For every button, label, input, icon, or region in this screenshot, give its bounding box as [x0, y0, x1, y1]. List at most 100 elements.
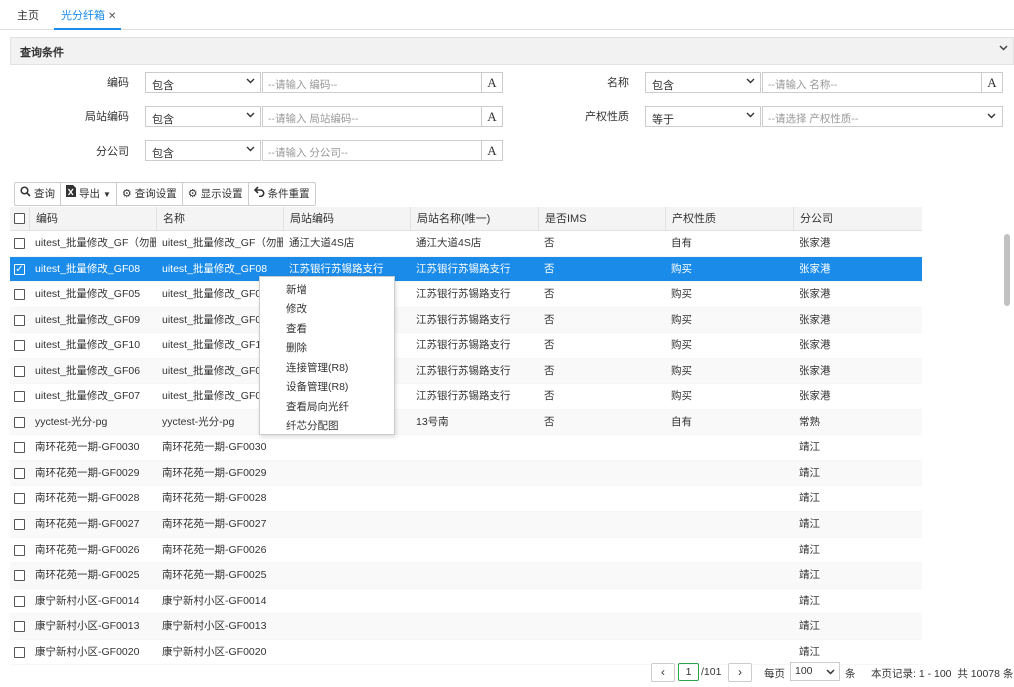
menu-item-connection-mgmt[interactable]: 连接管理(R8) — [286, 360, 348, 375]
query-settings-button[interactable]: ⚙ 查询设置 — [117, 183, 183, 205]
cell-branch: 张家港 — [799, 237, 831, 249]
cell-name: 南环花苑一期-GF0025 — [162, 569, 267, 582]
column-header-station-code[interactable]: 局站编码 — [283, 207, 410, 231]
cell-branch: 张家港 — [799, 288, 831, 301]
table-row[interactable]: ✓ uitest_批量修改_GF08 uitest_批量修改_GF08 江苏银行苏锡路… — [10, 256, 922, 283]
cell-name: uitest_批量修改_GF（勿删 — [162, 237, 283, 249]
cell-branch: 常熟 — [799, 415, 820, 428]
station-code-input[interactable]: --请输入 局站编码-- A — [262, 106, 503, 127]
column-header-station-name[interactable]: 局站名称(唯一) — [410, 207, 538, 231]
row-checkbox[interactable] — [14, 340, 25, 352]
property-type-operator-select[interactable]: 等于 — [645, 106, 761, 127]
table-row[interactable]: 南环花苑一期-GF0027 南环花苑一期-GF0027 靖江 — [10, 512, 922, 538]
tab-fiber-box-label: 光分纤箱 — [61, 10, 105, 22]
table-row[interactable]: 康宁新村小区-GF0014 康宁新村小区-GF0014 靖江 — [10, 589, 922, 615]
display-settings-button[interactable]: ⚙ 显示设置 — [183, 183, 249, 205]
table-row[interactable]: yyctest-光分-pg yyctest-光分-pg 13号南否自有 常熟 — [10, 409, 922, 436]
page-number-input[interactable]: 1 — [678, 663, 699, 681]
page-size-select[interactable]: 100 — [790, 662, 840, 681]
row-checkbox[interactable] — [14, 365, 25, 377]
row-checkbox[interactable] — [14, 646, 25, 658]
prev-page-button[interactable]: ‹ — [651, 663, 675, 682]
row-checkbox[interactable] — [14, 493, 25, 505]
query-panel-header[interactable]: 查询条件 — [10, 37, 1014, 65]
table-row[interactable]: uitest_批量修改_GF09 uitest_批量修改_GF09 江苏银行苏锡路支… — [10, 307, 922, 334]
row-checkbox[interactable] — [14, 289, 25, 301]
table-row[interactable]: uitest_批量修改_GF05 uitest_批量修改_GF05 江苏银行苏锡路支… — [10, 282, 922, 308]
cell-branch: 张家港 — [799, 339, 831, 352]
table-row[interactable]: uitest_批量修改_GF10 uitest_批量修改_GF10 江苏银行苏锡路支… — [10, 333, 922, 359]
tab-fiber-box[interactable]: 光分纤箱 ✕ — [54, 0, 121, 30]
code-operator-select[interactable]: 包含 — [145, 72, 261, 93]
cell-code: uitest_批量修改_GF06 — [35, 364, 141, 377]
reset-button-label: 条件重置 — [267, 188, 310, 200]
station-code-case-toggle[interactable]: A — [481, 107, 502, 126]
menu-item-view-fiber[interactable]: 查看局向光纤 — [286, 399, 349, 414]
row-checkbox[interactable] — [14, 621, 25, 633]
name-input-placeholder: --请输入 名称-- — [768, 79, 838, 91]
column-header-name[interactable]: 名称 — [156, 207, 283, 231]
query-button[interactable]: 查询 — [15, 183, 61, 205]
menu-item-edit[interactable]: 修改 — [286, 301, 307, 316]
table-row[interactable]: 康宁新村小区-GF0013 康宁新村小区-GF0013 靖江 — [10, 614, 922, 640]
row-checkbox[interactable] — [14, 391, 25, 403]
export-button[interactable]: 导出 ▼ — [61, 183, 117, 205]
query-settings-label: 查询设置 — [134, 188, 177, 200]
menu-item-core-allocation[interactable]: 纤芯分配图 — [286, 418, 339, 433]
reset-button[interactable]: 条件重置 — [249, 183, 315, 205]
code-case-toggle[interactable]: A — [481, 73, 502, 92]
table-row[interactable]: uitest_批量修改_GF（勿删 uitest_批量修改_GF（勿删 通江大道4S… — [10, 231, 922, 257]
table-row[interactable]: 南环花苑一期-GF0030 南环花苑一期-GF0030 靖江 — [10, 435, 922, 461]
tab-home[interactable]: 主页 — [17, 0, 39, 30]
menu-item-delete[interactable]: 删除 — [286, 340, 307, 355]
name-input[interactable]: --请输入 名称-- A — [762, 72, 1003, 93]
field-label-station-code: 局站编码 — [85, 111, 129, 123]
property-type-select[interactable]: --请选择 产权性质-- — [762, 106, 1003, 127]
chevron-down-icon[interactable] — [998, 42, 1009, 56]
row-checkbox[interactable] — [14, 570, 25, 582]
row-checkbox[interactable] — [14, 442, 25, 454]
branch-operator-select[interactable]: 包含 — [145, 140, 261, 161]
cell-name: 康宁新村小区-GF0020 — [162, 645, 267, 658]
table-row[interactable]: 南环花苑一期-GF0025 南环花苑一期-GF0025 靖江 — [10, 563, 922, 589]
branch-case-toggle[interactable]: A — [481, 141, 502, 160]
cell-code: 南环花苑一期-GF0027 — [35, 518, 140, 531]
table-row[interactable]: 南环花苑一期-GF0026 南环花苑一期-GF0026 靖江 — [10, 538, 922, 564]
close-icon[interactable]: ✕ — [108, 11, 116, 22]
row-checkbox[interactable] — [14, 238, 25, 249]
menu-item-add[interactable]: 新增 — [286, 282, 307, 297]
cell-name: 康宁新村小区-GF0014 — [162, 594, 267, 607]
menu-item-device-mgmt[interactable]: 设备管理(R8) — [286, 379, 348, 394]
branch-input[interactable]: --请输入 分公司-- A — [262, 140, 503, 161]
table-row[interactable]: 南环花苑一期-GF0029 南环花苑一期-GF0029 靖江 — [10, 460, 922, 487]
per-page-unit: 条 — [845, 668, 856, 680]
row-checkbox[interactable] — [14, 467, 25, 479]
grid-header: 编码 名称 局站编码 局站名称(唯一) 是否IMS 产权性质 分公司 — [10, 207, 922, 231]
row-checkbox[interactable] — [14, 519, 25, 531]
cell-station-name: 通江大道4S店 — [416, 237, 482, 249]
table-row[interactable]: uitest_批量修改_GF07 uitest_批量修改_GF07 江苏银行苏锡路支… — [10, 384, 922, 410]
row-checkbox[interactable] — [14, 416, 25, 428]
cell-station-name: 江苏银行苏锡路支行 — [416, 364, 511, 377]
next-page-button[interactable]: › — [728, 663, 752, 682]
table-row[interactable]: 南环花苑一期-GF0028 南环花苑一期-GF0028 靖江 — [10, 486, 922, 513]
column-header-property-type[interactable]: 产权性质 — [665, 207, 793, 231]
vertical-scrollbar[interactable] — [1004, 234, 1010, 306]
row-checkbox[interactable]: ✓ — [14, 263, 25, 275]
menu-item-view[interactable]: 查看 — [286, 321, 307, 336]
station-code-operator-select[interactable]: 包含 — [145, 106, 261, 127]
row-checkbox[interactable] — [14, 544, 25, 556]
column-header-code[interactable]: 编码 — [29, 207, 156, 231]
name-case-toggle[interactable]: A — [981, 73, 1002, 92]
name-operator-select[interactable]: 包含 — [645, 72, 761, 93]
column-header-ims[interactable]: 是否IMS — [538, 207, 665, 231]
table-row[interactable]: 康宁新村小区-GF0020 康宁新村小区-GF0020 靖江 — [10, 640, 922, 666]
row-checkbox[interactable] — [14, 314, 25, 326]
cell-station-name: 江苏银行苏锡路支行 — [416, 390, 511, 403]
row-checkbox[interactable] — [14, 595, 25, 607]
cell-code: 南环花苑一期-GF0026 — [35, 543, 140, 556]
column-header-branch[interactable]: 分公司 — [793, 207, 922, 231]
select-all-checkbox[interactable] — [14, 213, 25, 224]
table-row[interactable]: uitest_批量修改_GF06 uitest_批量修改_GF06 江苏银行苏锡路支… — [10, 358, 922, 385]
code-input[interactable]: --请输入 编码-- A — [262, 72, 503, 93]
